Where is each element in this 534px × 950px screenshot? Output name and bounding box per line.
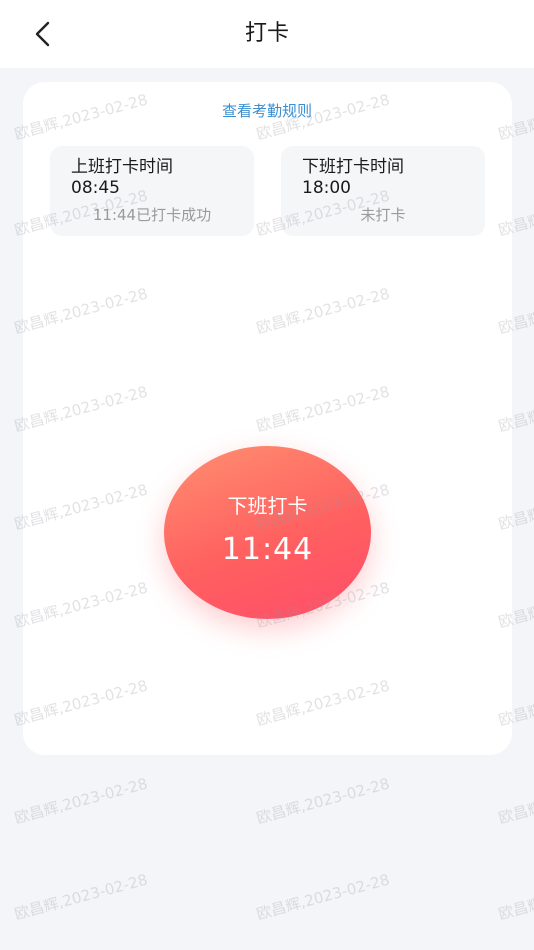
nav-bar: 打卡 [0, 0, 534, 68]
punch-out-button[interactable]: 下班打卡 11:44 [164, 446, 371, 619]
punch-screen: 打卡 查看考勤规则 上班打卡时间 08:45 11:44已打卡成功 下班打卡时间… [0, 0, 534, 950]
clock-in-title: 上班打卡时间 [71, 157, 173, 177]
watermark-text: 欧昌辉,2023-02-28 [12, 870, 150, 924]
clock-out-status: 未打卡 [360, 206, 406, 224]
clock-in-status: 11:44已打卡成功 [92, 206, 212, 224]
clock-in-box: 上班打卡时间 08:45 11:44已打卡成功 [50, 146, 254, 236]
clock-in-time: 08:45 [71, 178, 120, 198]
punch-button-time: 11:44 [221, 532, 314, 567]
watermark-text: 欧昌辉,2023-02-28 [12, 774, 150, 828]
attendance-rules-link[interactable]: 查看考勤规则 [0, 100, 534, 121]
watermark-text: 欧昌辉,2023-02-28 [254, 774, 392, 828]
watermark-text: 欧昌辉,2023-02-28 [496, 774, 534, 828]
watermark-text: 欧昌辉,2023-02-28 [496, 870, 534, 924]
page-title: 打卡 [244, 21, 289, 46]
clock-out-time: 18:00 [302, 178, 351, 198]
clock-out-title: 下班打卡时间 [302, 157, 404, 177]
punch-button-label: 下班打卡 [227, 494, 308, 518]
watermark-text: 欧昌辉,2023-02-28 [254, 870, 392, 924]
clock-out-box: 下班打卡时间 18:00 未打卡 [281, 146, 485, 236]
